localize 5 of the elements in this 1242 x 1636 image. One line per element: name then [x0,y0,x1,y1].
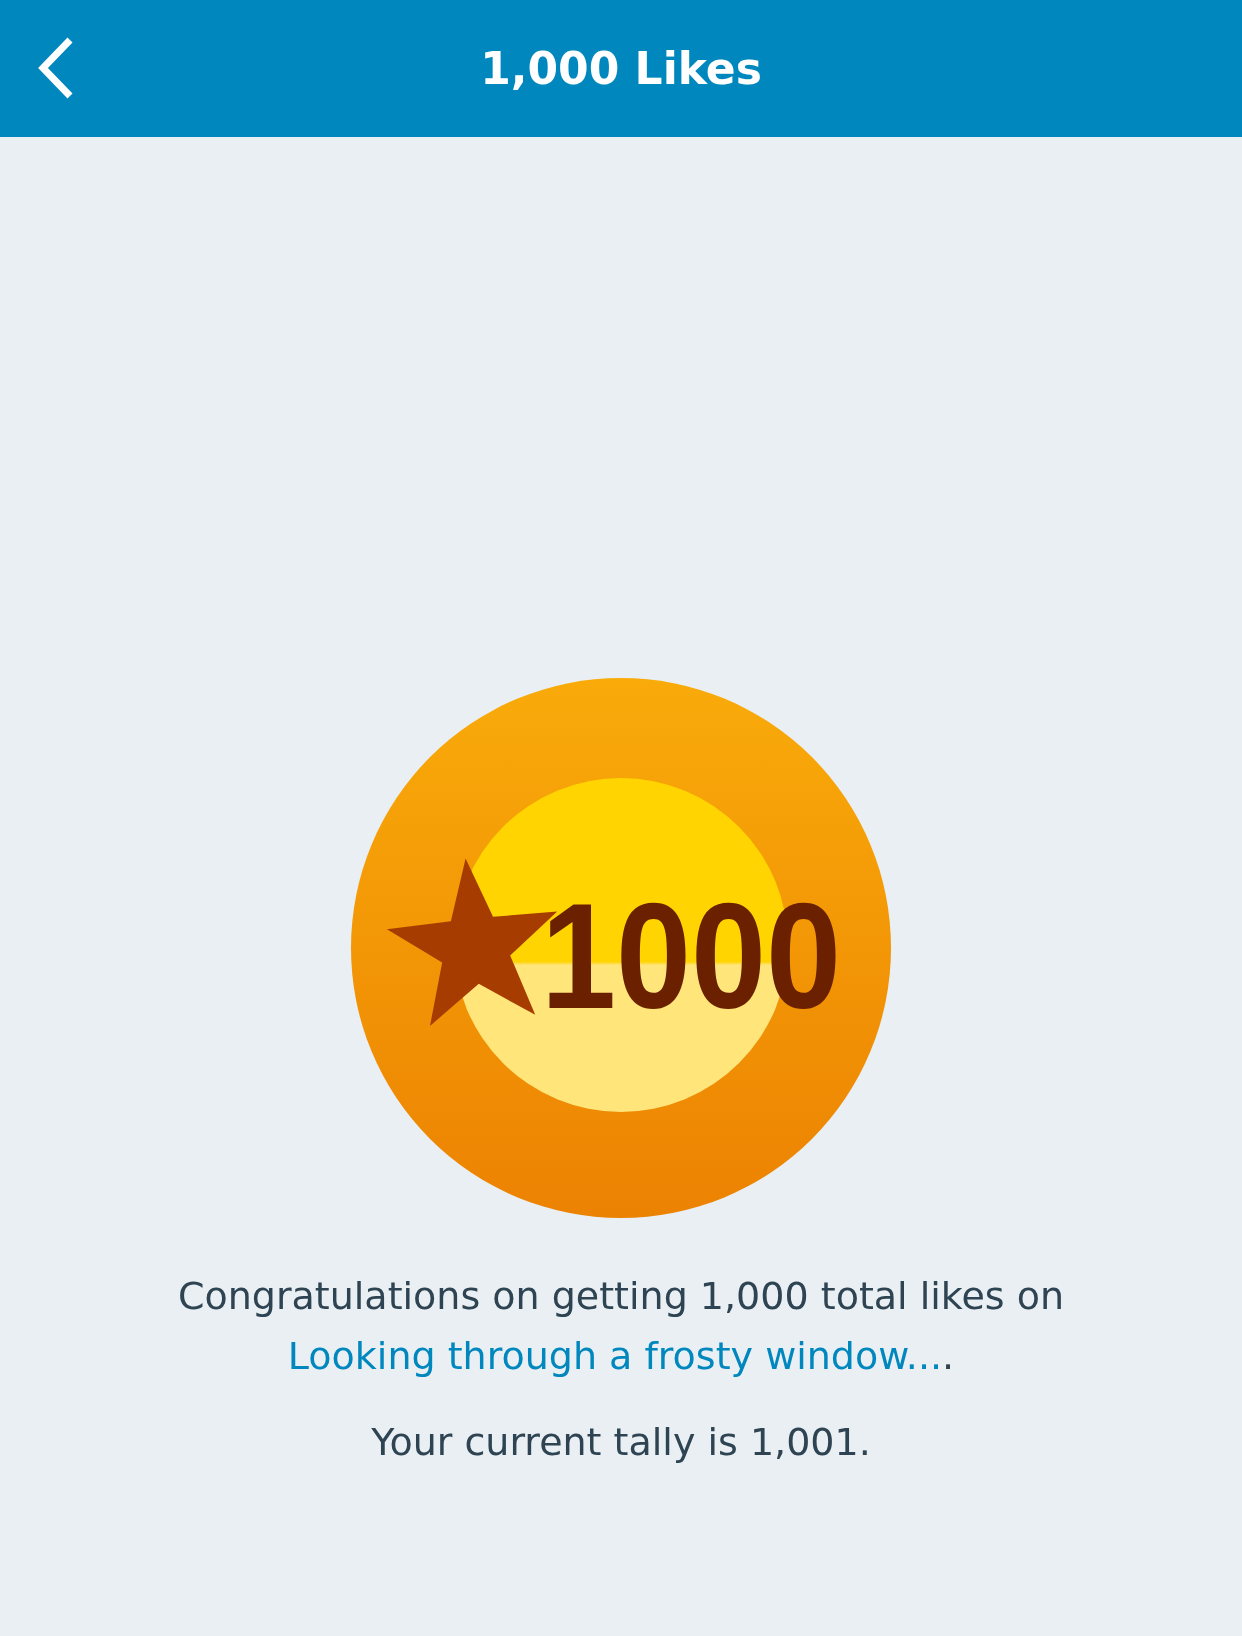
back-icon [38,37,74,99]
screen-title: 1,000 Likes [480,41,762,96]
post-link[interactable]: Looking through a frosty window... [287,1334,943,1378]
tally-text: Your current tally is 1,001. [371,1419,871,1466]
congratulations-message: Congratulations on getting 1,000 total likes on Looking through a frosty window.... [176,1273,1066,1380]
